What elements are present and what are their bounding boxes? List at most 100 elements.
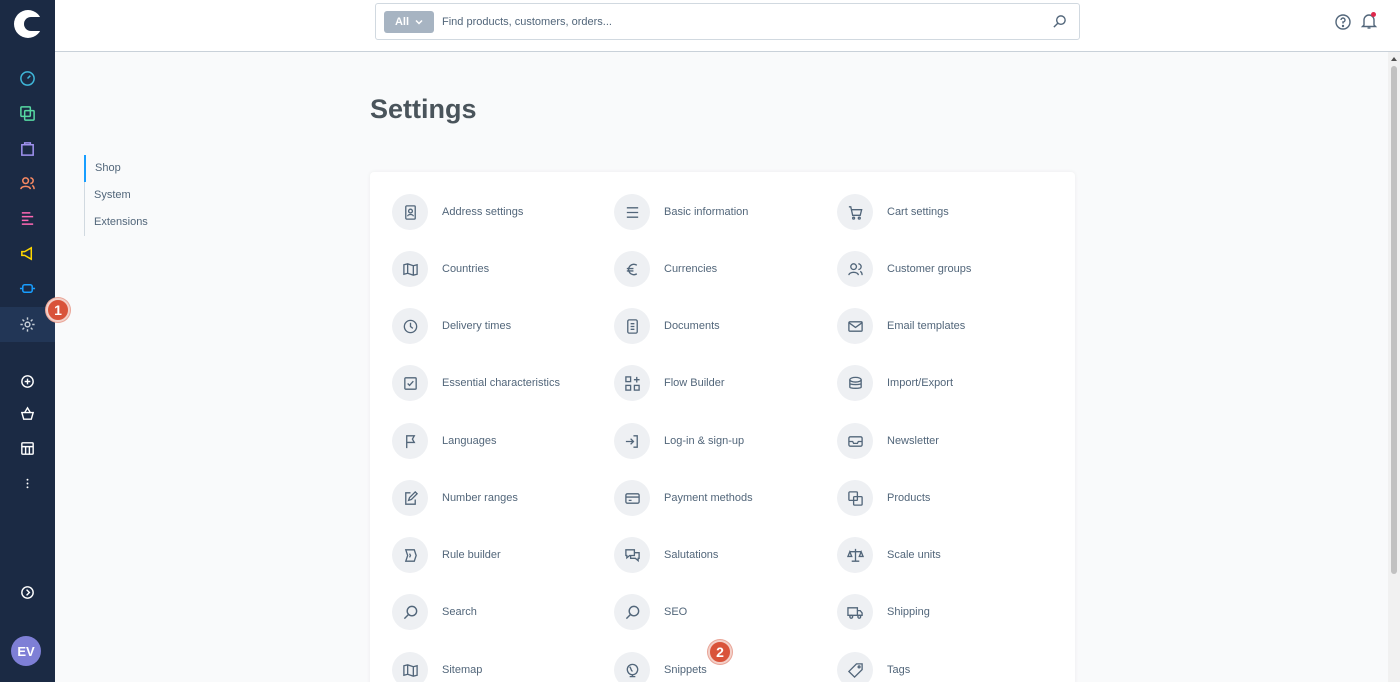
tab-system[interactable]: System bbox=[85, 182, 194, 209]
flow-builder-icon bbox=[624, 375, 640, 391]
setting-tags[interactable]: Tags bbox=[837, 652, 910, 682]
scrollbar-thumb[interactable] bbox=[1391, 66, 1397, 574]
setting-label: Email templates bbox=[887, 320, 966, 332]
chevron-down-icon bbox=[415, 19, 423, 25]
setting-seo[interactable]: SEO bbox=[614, 594, 687, 630]
setting-newsletter[interactable]: Newsletter bbox=[837, 423, 939, 459]
setting-delivery-times[interactable]: Delivery times bbox=[392, 308, 511, 344]
setting-label: Sitemap bbox=[442, 664, 483, 676]
setting-countries[interactable]: Countries bbox=[392, 251, 489, 287]
setting-label: Newsletter bbox=[887, 435, 939, 447]
setting-label: Essential characteristics bbox=[442, 377, 560, 389]
setting-label: Search bbox=[442, 606, 477, 618]
setting-number-ranges[interactable]: Number ranges bbox=[392, 480, 518, 516]
truck-icon bbox=[846, 606, 863, 619]
catalogues-icon[interactable] bbox=[0, 96, 55, 131]
search-icon[interactable] bbox=[1052, 14, 1067, 29]
setting-payment-methods[interactable]: Payment methods bbox=[614, 480, 753, 516]
euro-icon bbox=[626, 263, 637, 275]
inbox-icon bbox=[847, 435, 863, 447]
setting-label: Log-in & sign-up bbox=[664, 435, 745, 447]
pos-register-icon[interactable] bbox=[0, 431, 55, 466]
page-scrollbar[interactable] bbox=[1388, 52, 1400, 682]
dashboard-icon[interactable] bbox=[0, 61, 55, 96]
marketing-icon[interactable] bbox=[0, 236, 55, 271]
setting-label: Address settings bbox=[442, 206, 524, 218]
list-icon bbox=[626, 206, 638, 218]
storefront-basket-icon[interactable] bbox=[0, 396, 55, 431]
chat-bubbles-icon bbox=[624, 548, 640, 562]
setting-label: Import/Export bbox=[887, 377, 954, 389]
setting-label: Countries bbox=[442, 263, 490, 275]
setting-languages[interactable]: Languages bbox=[392, 423, 496, 459]
scroll-up-arrow-icon[interactable] bbox=[1391, 57, 1397, 61]
setting-currencies[interactable]: Currencies bbox=[614, 251, 717, 287]
search-input[interactable] bbox=[442, 11, 1032, 33]
setting-label: Delivery times bbox=[442, 320, 512, 332]
setting-products[interactable]: Products bbox=[837, 480, 930, 516]
settings-grid: Address settings Basic information Cart … bbox=[370, 172, 1075, 682]
setting-label: Basic information bbox=[664, 206, 749, 218]
setting-label: Rule builder bbox=[442, 549, 501, 561]
users-icon bbox=[847, 262, 863, 275]
search-scope-dropdown[interactable]: All bbox=[384, 11, 434, 33]
setting-label: Cart settings bbox=[887, 206, 949, 218]
extensions-icon[interactable] bbox=[0, 271, 55, 306]
setting-label: Salutations bbox=[664, 549, 719, 561]
setting-label: Number ranges bbox=[442, 492, 518, 504]
setting-label: Snippets bbox=[664, 664, 707, 676]
setting-rule-builder[interactable]: Rule builder bbox=[392, 537, 501, 573]
customers-icon[interactable] bbox=[0, 166, 55, 201]
tab-shop[interactable]: Shop bbox=[84, 155, 194, 182]
setting-basic-information[interactable]: Basic information bbox=[614, 194, 748, 230]
scale-icon bbox=[846, 548, 864, 562]
search-icon bbox=[403, 605, 417, 619]
map-icon bbox=[402, 663, 418, 677]
setting-salutations[interactable]: Salutations bbox=[614, 537, 718, 573]
setting-documents[interactable]: Documents bbox=[614, 308, 720, 344]
setting-label: Tags bbox=[887, 664, 911, 676]
page-title: Settings bbox=[370, 94, 477, 124]
setting-snippets[interactable]: Snippets bbox=[614, 652, 707, 682]
map-icon bbox=[402, 262, 418, 276]
setting-search[interactable]: Search bbox=[392, 594, 477, 630]
setting-login-signup[interactable]: Log-in & sign-up bbox=[614, 423, 744, 459]
flag-icon bbox=[405, 434, 415, 448]
more-icon[interactable] bbox=[0, 466, 55, 501]
help-icon[interactable] bbox=[1334, 13, 1352, 31]
search-scope-label: All bbox=[394, 16, 410, 28]
products-icon bbox=[847, 490, 863, 506]
tag-icon bbox=[847, 662, 863, 678]
setting-label: Scale units bbox=[887, 549, 941, 561]
notification-badge bbox=[1371, 12, 1376, 17]
setting-flow-builder[interactable]: Flow Builder bbox=[614, 365, 725, 401]
global-search[interactable]: All bbox=[375, 3, 1080, 40]
setting-shipping[interactable]: Shipping bbox=[837, 594, 930, 630]
user-avatar[interactable]: EV bbox=[11, 636, 41, 666]
setting-cart-settings[interactable]: Cart settings bbox=[837, 194, 949, 230]
tab-extensions[interactable]: Extensions bbox=[85, 209, 194, 236]
orders-icon[interactable] bbox=[0, 131, 55, 166]
setting-import-export[interactable]: Import/Export bbox=[837, 365, 953, 401]
content-icon[interactable] bbox=[0, 201, 55, 236]
setting-address-settings[interactable]: Address settings bbox=[392, 194, 523, 230]
setting-email-templates[interactable]: Email templates bbox=[837, 308, 965, 344]
globe-icon bbox=[626, 663, 638, 677]
admin-sidebar: EV bbox=[0, 0, 55, 682]
setting-label: Flow Builder bbox=[664, 377, 725, 389]
shopware-logo[interactable] bbox=[0, 0, 55, 48]
setting-label: Customer groups bbox=[887, 263, 972, 275]
add-sales-channel-icon[interactable] bbox=[0, 364, 55, 399]
top-header: All bbox=[55, 0, 1400, 52]
cart-icon bbox=[848, 205, 862, 220]
setting-label: Languages bbox=[442, 435, 497, 447]
setting-customer-groups[interactable]: Customer groups bbox=[837, 251, 971, 287]
search-icon bbox=[625, 605, 639, 619]
setting-essential-characteristics[interactable]: Essential characteristics bbox=[392, 365, 560, 401]
settings-tabs: Shop System Extensions bbox=[84, 155, 194, 236]
credit-card-icon bbox=[624, 492, 640, 504]
collapse-menu-icon[interactable] bbox=[0, 575, 55, 610]
setting-label: Payment methods bbox=[664, 492, 753, 504]
setting-scale-units[interactable]: Scale units bbox=[837, 537, 941, 573]
setting-sitemap[interactable]: Sitemap bbox=[392, 652, 482, 682]
